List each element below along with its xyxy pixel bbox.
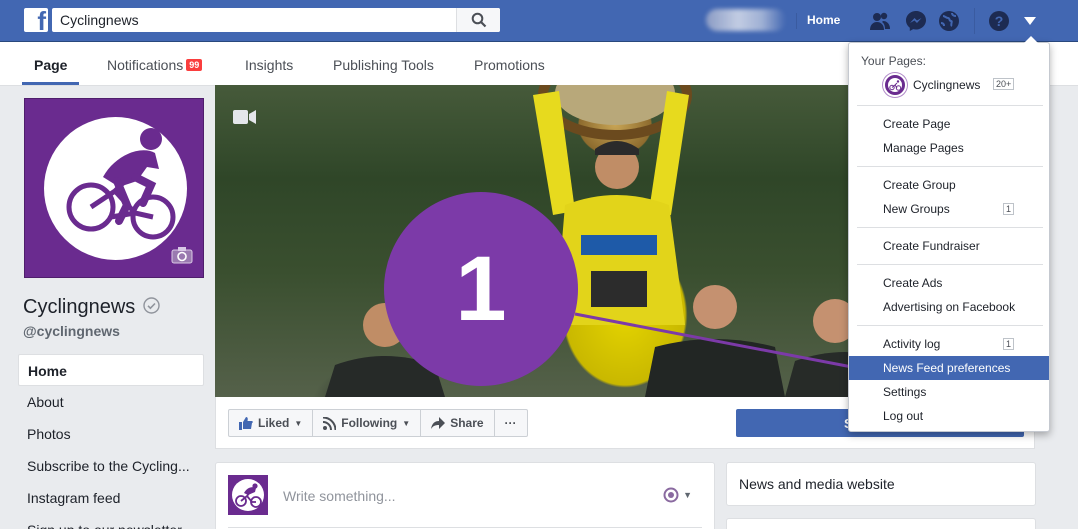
caret-down-icon: ▼ [402,418,411,428]
search-button[interactable] [456,8,500,32]
tab-notifications-label: Notifications [107,57,184,73]
menu-item-count: 1 [1003,203,1015,215]
svg-text:?: ? [995,13,1004,29]
post-composer: Write something... ▼ [215,462,715,529]
post-as-selector[interactable]: ▼ [663,487,692,503]
menu-item-label: Activity log [883,337,941,351]
left-nav: Home About Photos Subscribe to the Cycli… [18,354,204,529]
liked-label: Liked [258,416,290,430]
leftnav-item-about[interactable]: About [18,386,204,418]
like-icon [239,416,253,430]
menu-item-log-out[interactable]: Log out [849,404,1049,428]
liked-button[interactable]: Liked ▼ [229,410,314,436]
menu-divider [857,166,1043,167]
composer-input[interactable]: Write something... [283,488,396,504]
share-button[interactable]: Share [421,410,495,436]
top-bar: f Cyclingnews Home ? [0,0,1078,42]
facebook-logo-icon[interactable]: f [24,8,48,32]
menu-item-new-groups[interactable]: New Groups 1 [849,197,1049,221]
composer-divider [228,527,702,528]
profile-picture[interactable] [24,98,204,278]
search-icon [471,12,486,28]
menu-item-advertising[interactable]: Advertising on Facebook [849,295,1049,319]
friends-icon[interactable] [869,10,891,32]
tab-notifications[interactable]: Notifications 99 [107,57,203,73]
menu-item-create-page[interactable]: Create Page [849,112,1049,136]
page-title: Cyclingnews [23,296,160,319]
step-number-overlay: 1 [384,192,578,386]
page-handle[interactable]: @cyclingnews [23,323,120,339]
caret-down-icon: ▼ [294,418,303,428]
menu-item-news-feed-preferences[interactable]: News Feed preferences [849,356,1049,380]
leftnav-item-instagram[interactable]: Instagram feed [18,482,204,514]
help-icon[interactable]: ? [988,10,1010,32]
active-tab-indicator [22,82,79,85]
dropdown-arrow [1024,36,1038,43]
menu-item-activity-log[interactable]: Activity log 1 [849,332,1049,356]
menu-item-settings[interactable]: Settings [849,380,1049,404]
dropdown-page-cyclingnews[interactable]: Cyclingnews 20+ [883,73,1053,97]
leftnav-item-home[interactable]: Home [18,354,204,386]
cyclist-icon [66,128,176,240]
menu-divider [857,105,1043,106]
globe-icon[interactable] [938,10,960,32]
action-buttons: Liked ▼ Following ▼ Share ··· [228,409,528,437]
search-input[interactable]: Cyclingnews [52,8,456,32]
share-label: Share [450,416,484,430]
leftnav-item-subscribe[interactable]: Subscribe to the Cycling... [18,450,204,482]
page-notification-count: 20+ [993,78,1015,90]
cyclist-icon [232,479,264,511]
verified-badge-icon [143,297,160,314]
tab-page[interactable]: Page [34,57,67,73]
menu-item-create-group[interactable]: Create Group [849,173,1049,197]
following-label: Following [341,416,398,430]
page-avatar [883,73,907,97]
tab-insights[interactable]: Insights [245,57,293,73]
notifications-badge: 99 [186,59,203,71]
cyclist-icon [663,487,679,503]
composer-avatar [228,475,268,515]
menu-divider [857,325,1043,326]
leftnav-item-photos[interactable]: Photos [18,418,204,450]
caret-down-icon: ▼ [683,490,692,500]
search-box[interactable]: Cyclingnews [52,8,500,32]
leftnav-item-newsletter[interactable]: Sign up to our newsletter [18,514,204,529]
tab-publishing-tools[interactable]: Publishing Tools [333,57,434,73]
tab-promotions[interactable]: Promotions [474,57,545,73]
user-avatar[interactable] [706,9,786,31]
caret-down-icon[interactable] [1019,10,1041,32]
sidebar-card [726,518,1036,529]
menu-item-count: 1 [1003,338,1015,350]
menu-item-create-ads[interactable]: Create Ads [849,271,1049,295]
page-category: News and media website [726,462,1036,506]
cyclist-icon [888,78,902,92]
dropdown-page-name: Cyclingnews [913,78,981,92]
following-button[interactable]: Following ▼ [313,410,422,436]
menu-divider [857,264,1043,265]
rss-icon [323,416,337,430]
menu-divider [857,227,1043,228]
home-link[interactable]: Home [796,13,840,29]
menu-item-create-fundraiser[interactable]: Create Fundraiser [849,234,1049,258]
more-button[interactable]: ··· [495,410,527,436]
your-pages-heading: Your Pages: [861,54,926,68]
camera-icon[interactable] [171,246,193,267]
menu-item-label: New Groups [883,202,950,216]
menu-item-manage-pages[interactable]: Manage Pages [849,136,1049,160]
messenger-icon[interactable] [905,10,927,32]
share-icon [431,417,446,429]
account-dropdown-menu: Your Pages: Cyclingnews 20+ Create Page … [848,36,1053,432]
